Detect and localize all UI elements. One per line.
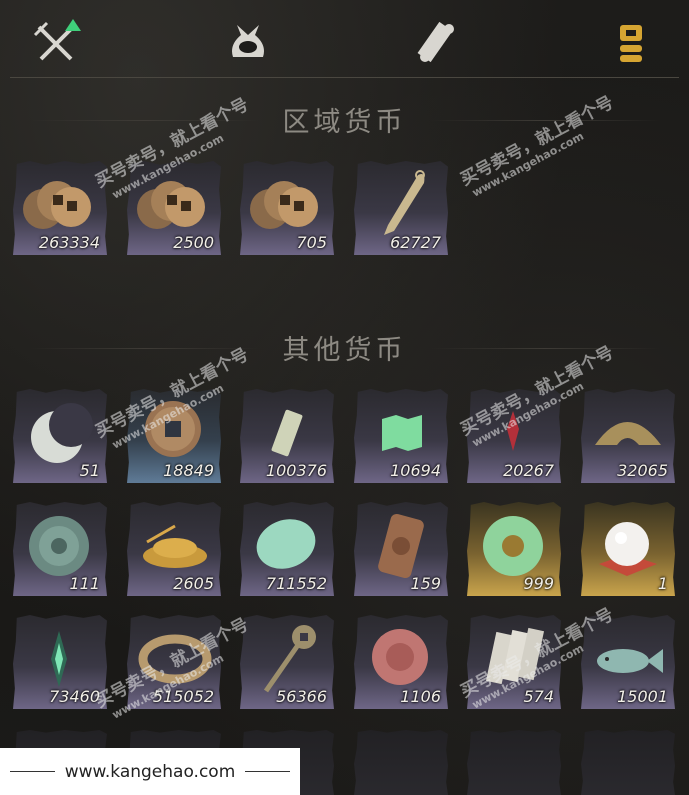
item-count: 705 [296, 233, 327, 252]
item-slot-green-tablet[interactable]: 100376 [240, 389, 334, 483]
tab-scrolls[interactable] [410, 14, 466, 70]
category-tab-bar [0, 0, 689, 78]
item-slot-jade-disc[interactable]: 111 [13, 502, 107, 596]
footer-dash [245, 771, 290, 772]
item-count: 62727 [390, 233, 441, 252]
item-count: 263334 [38, 233, 100, 252]
tab-bundle[interactable] [220, 14, 276, 70]
item-slot-jade-bi[interactable]: 999 [467, 502, 561, 596]
item-slot-empty[interactable] [581, 730, 675, 795]
item-count: 20267 [503, 461, 554, 480]
crossed-swords-icon [33, 19, 81, 61]
tab-currency[interactable] [603, 14, 659, 70]
item-slot-half-coin[interactable]: 32065 [581, 389, 675, 483]
item-slot-copper-coins-3[interactable]: 705 [240, 161, 334, 255]
scroll-icon [417, 21, 454, 63]
item-slot-pearl[interactable]: 1 [581, 502, 675, 596]
item-count: 56366 [276, 687, 327, 706]
item-slot-throwing-knife[interactable]: 62727 [354, 161, 448, 255]
footer-dash [10, 771, 55, 772]
item-slot-empty[interactable] [467, 730, 561, 795]
coin-stack-icon [620, 25, 642, 62]
item-count: 1106 [400, 687, 441, 706]
item-count: 18849 [163, 461, 214, 480]
tab-bar-divider [10, 77, 679, 78]
item-count: 711552 [265, 574, 327, 593]
item-count: 10694 [390, 461, 441, 480]
item-count: 159 [410, 574, 441, 593]
bundle-icon [232, 25, 264, 57]
item-slot-grain-pile[interactable]: 2605 [127, 502, 221, 596]
item-count: 32065 [617, 461, 668, 480]
item-count: 51 [79, 461, 100, 480]
item-count: 15001 [617, 687, 668, 706]
item-count: 2605 [173, 574, 214, 593]
footer-banner: www.kangehao.com [0, 748, 300, 795]
item-slot-red-disc[interactable]: 1106 [354, 615, 448, 709]
footer-url[interactable]: www.kangehao.com [65, 762, 236, 782]
item-slot-key-coin[interactable]: 56366 [240, 615, 334, 709]
item-slot-empty[interactable] [354, 730, 448, 795]
item-slot-jade-stone[interactable]: 711552 [240, 502, 334, 596]
item-count: 100376 [265, 461, 327, 480]
item-count: 999 [523, 574, 554, 593]
item-slot-bronze-plaque[interactable]: 159 [354, 502, 448, 596]
item-count: 574 [523, 687, 554, 706]
item-count: 111 [69, 574, 100, 593]
item-count: 2500 [173, 233, 214, 252]
item-slot-jade-crescent[interactable]: 51 [13, 389, 107, 483]
item-slot-green-map[interactable]: 10694 [354, 389, 448, 483]
tab-weapons[interactable] [28, 14, 84, 70]
item-count: 1 [657, 574, 668, 593]
